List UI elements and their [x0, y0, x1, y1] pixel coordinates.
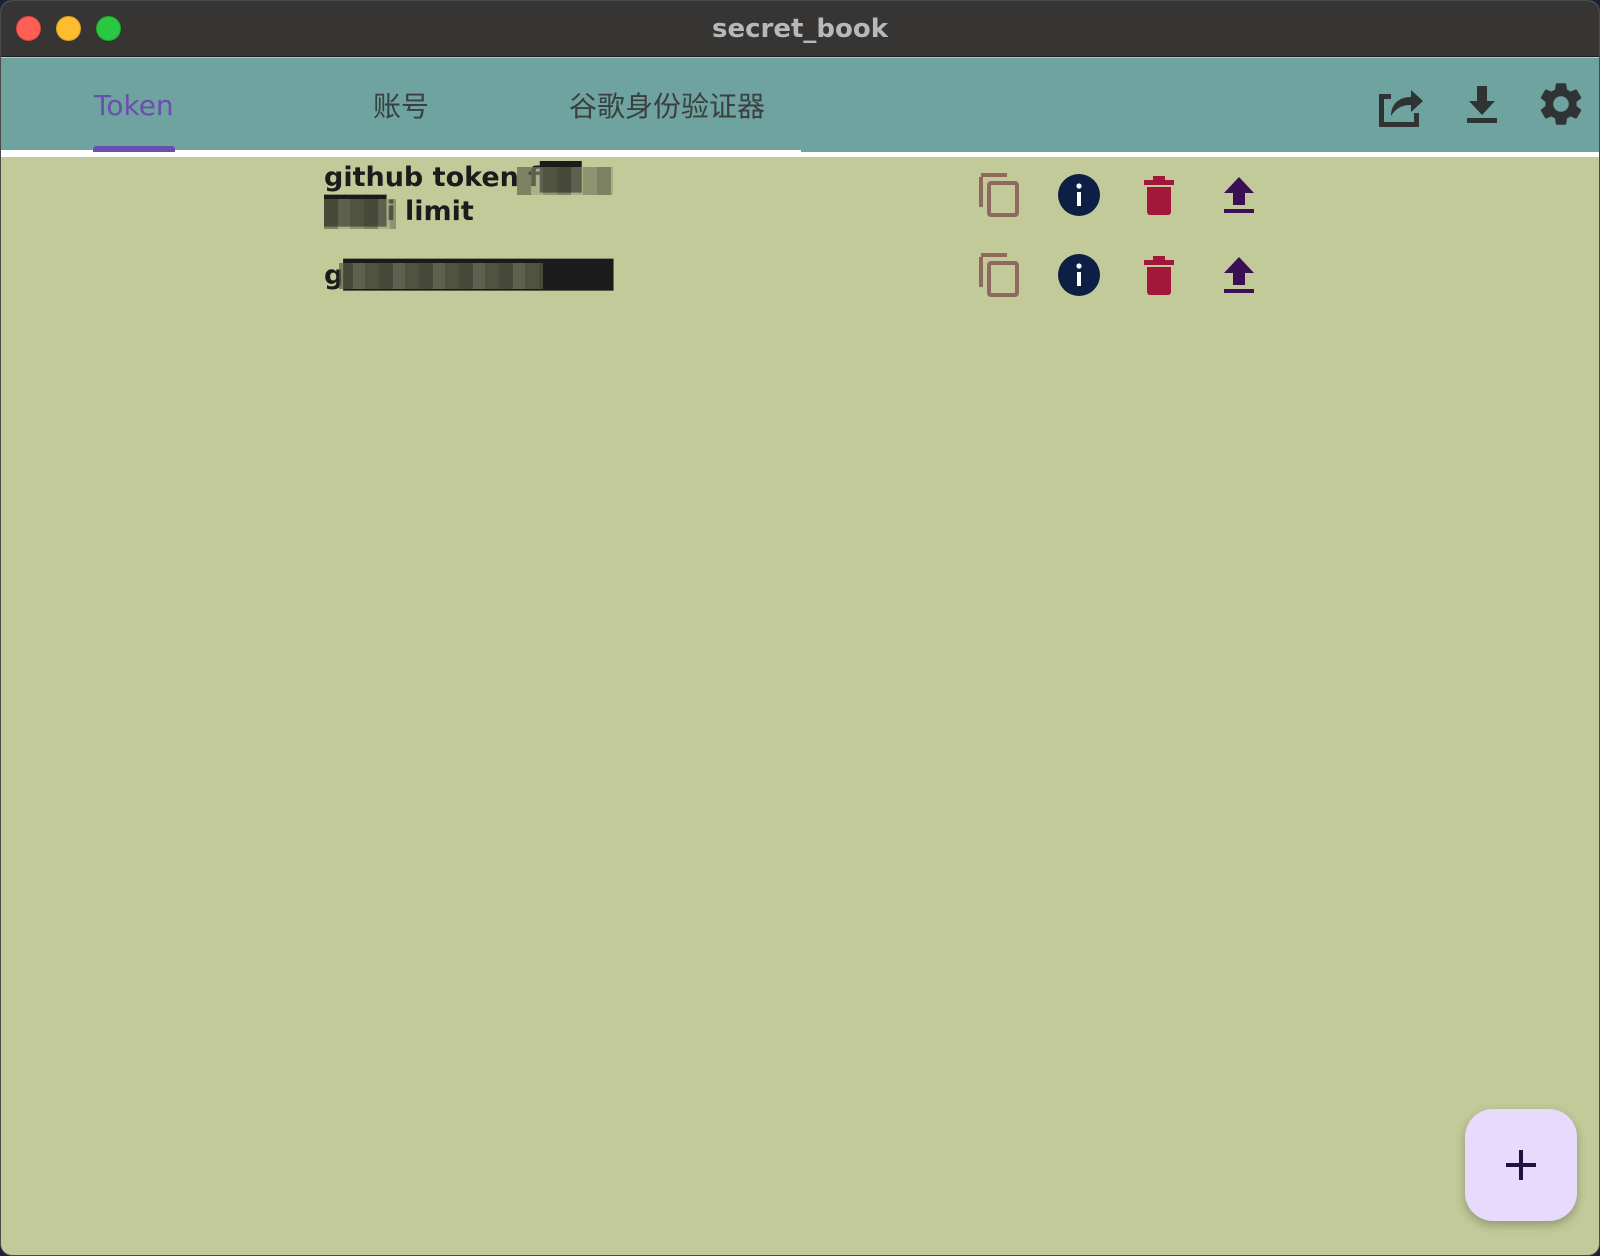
title-bar[interactable]: secret_book — [1, 1, 1599, 57]
download-icon[interactable] — [1456, 78, 1508, 130]
tab-token[interactable]: Token — [94, 58, 174, 152]
upload-icon[interactable] — [1215, 251, 1263, 299]
upload-icon[interactable] — [1215, 171, 1263, 219]
delete-icon[interactable] — [1135, 251, 1183, 299]
redaction-mask — [517, 167, 613, 195]
redaction-mask — [339, 263, 543, 289]
app-bar: Token 账号 谷歌身份验证器 — [1, 58, 1599, 152]
app-window: secret_book Token 账号 谷歌身份验证器 github toke… — [0, 0, 1600, 1256]
info-icon[interactable] — [1055, 171, 1103, 219]
tab-account[interactable]: 账号 — [373, 58, 429, 152]
token-row[interactable]: github token f██ ███i limit — [1, 157, 1599, 237]
token-row[interactable]: g█████████████ — [1, 237, 1599, 317]
redaction-mask — [324, 199, 396, 229]
delete-icon[interactable] — [1135, 171, 1183, 219]
plus-icon — [1506, 1150, 1536, 1180]
window-title: secret_book — [711, 14, 889, 44]
info-icon[interactable] — [1055, 251, 1103, 299]
add-token-button[interactable] — [1465, 1109, 1577, 1221]
copy-icon[interactable] — [975, 251, 1023, 299]
share-icon[interactable] — [1373, 78, 1425, 130]
tab-google-authenticator[interactable]: 谷歌身份验证器 — [569, 58, 765, 152]
settings-icon[interactable] — [1535, 78, 1587, 130]
copy-icon[interactable] — [975, 171, 1023, 219]
